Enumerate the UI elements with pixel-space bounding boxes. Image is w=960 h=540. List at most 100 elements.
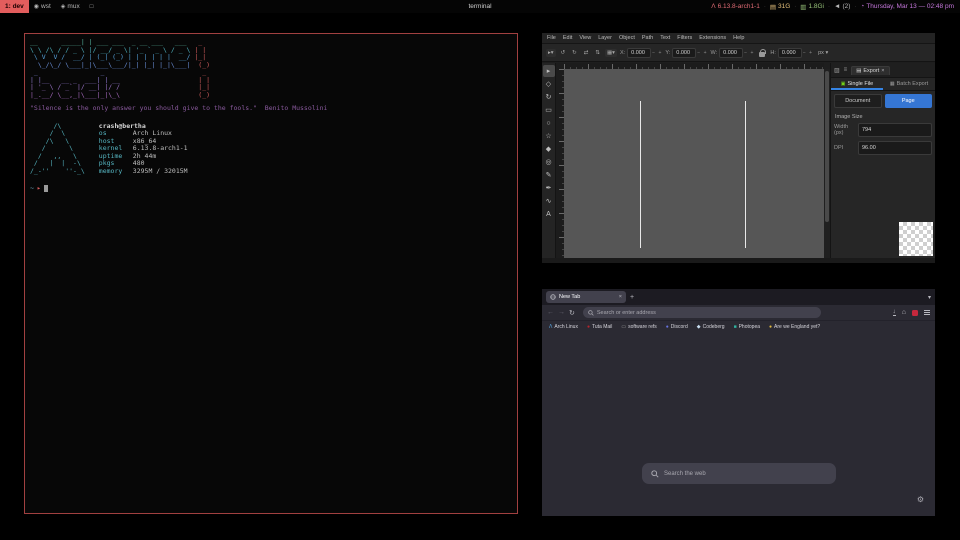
pencil-tool[interactable]: ✎ [543,169,555,181]
web-search-box[interactable]: Search the web [642,463,836,484]
bookmark-are-we-england-yet-[interactable]: ●Are we England yet? [769,324,820,330]
bookmark-tuta-mail[interactable]: ●Tuta Mail [587,324,612,330]
field-stepper[interactable]: − + [697,50,707,56]
bookmark-discord[interactable]: ●Discord [666,324,688,330]
transform-action-icon-2[interactable]: ⇄ [582,49,591,57]
shape-builder-tool[interactable]: ↻ [543,91,555,103]
export-field-input[interactable]: 96.00 [858,141,932,155]
field-value[interactable]: 0.000 [719,48,743,58]
bookmark-photopea[interactable]: ■Photopea [734,324,760,330]
arch-logo-ascii: /\ / \ /\ \ / \ / ,, \ / | | -\ /_-'' ''… [30,123,85,176]
node-tool[interactable]: ◇ [543,78,555,90]
downloads-button[interactable]: ↓ [893,309,896,316]
adblock-extension-icon[interactable] [912,310,918,316]
ellipse-tool[interactable]: ○ [543,117,555,129]
scope-button-page[interactable]: Page [885,94,933,108]
rectangle-tool[interactable]: ▭ [543,104,555,116]
reload-button[interactable]: ↻ [569,309,575,317]
calligraphy-tool[interactable]: ∿ [543,195,555,207]
tab-close-icon[interactable]: × [619,294,622,300]
shell-prompt[interactable]: ~ ▸ [30,185,517,193]
new-tab-button[interactable]: + [630,294,634,301]
menu-path[interactable]: Path [642,35,653,41]
field-value[interactable]: 0.000 [778,48,802,58]
scope-button-document[interactable]: Document [834,94,882,108]
field-stepper[interactable]: − + [652,50,662,56]
lock-ratio-icon[interactable] [759,52,765,57]
volume-module-icon: ◄ [834,3,840,10]
bookmark-favicon: ● [666,324,669,330]
workspace-button-1[interactable]: 1: dev [0,0,29,13]
workspace-button-3[interactable]: ◈mux [56,0,85,13]
scrollbar-thumb[interactable] [825,71,829,222]
fill-stroke-panel-icon[interactable]: ▨ [834,67,840,74]
close-icon[interactable]: × [881,68,884,74]
module-separator: · [764,4,766,10]
inkscape-statusbar [542,258,935,263]
menu-layer[interactable]: Layer [598,35,612,41]
browser-window: New Tab × + ▾ ← → ↻ Search or enter addr… [542,289,935,516]
tab-bar: New Tab × + ▾ [542,289,935,305]
inkscape-canvas[interactable] [564,69,824,258]
menu-filters[interactable]: Filters [677,35,692,41]
tab-new-tab[interactable]: New Tab × [546,291,626,303]
export-panel-tab[interactable]: ▤ Export × [851,66,889,75]
transform-action-icon-0[interactable]: ↺ [559,49,568,57]
terminal-window[interactable]: __ _____| | ___ ___ _ __ ___ ___ _ \ \ /… [24,33,518,514]
export-field-row: DPI96.00 [831,139,935,157]
menu-button[interactable] [924,310,930,315]
clock-module-icon: ◔ [860,3,864,10]
bookmark-software-refs[interactable]: ▭software refs [621,324,656,330]
box3d-tool[interactable]: ◆ [543,143,555,155]
field-value[interactable]: 0.000 [672,48,696,58]
search-icon [651,470,659,478]
snap-options-dropdown[interactable]: ▦▾ [605,49,617,57]
field-stepper[interactable]: − + [803,50,813,56]
field-stepper[interactable]: − + [744,50,754,56]
page-edge-right[interactable] [745,101,746,248]
url-placeholder: Search or enter address [597,310,656,316]
layers-panel-icon[interactable]: ≡ [844,67,848,73]
star-tool[interactable]: ☆ [543,130,555,142]
pen-tool[interactable]: ✒ [543,182,555,194]
page-edge-left[interactable] [640,101,641,248]
tab-list-chevron-icon[interactable]: ▾ [928,294,931,301]
spiral-tool[interactable]: ◎ [543,156,555,168]
gear-icon[interactable]: ⚙ [917,495,924,504]
menu-text[interactable]: Text [660,35,670,41]
coord-field-x: X:0.000− + [620,48,662,58]
text-tool[interactable]: A [543,208,555,220]
bookmark-arch-linux[interactable]: ΛArch Linux [549,324,578,330]
selector-options-dropdown[interactable]: ▸▾ [546,49,556,57]
export-panel: ▨ ≡ ▤ Export × ▣Single File▦Batch Export… [830,63,935,258]
units-dropdown[interactable]: px ▾ [816,49,830,57]
bookmark-favicon: ◆ [697,324,701,330]
bookmark-codeberg[interactable]: ◆Codeberg [697,324,725,330]
kernel-module-text: 6.13.8-arch1-1 [718,3,760,10]
transform-action-icon-3[interactable]: ⇅ [593,49,602,57]
export-field-input[interactable]: 794 [858,123,932,137]
subtab-batch-export[interactable]: ▦Batch Export [883,78,935,90]
terminal-cursor [44,185,48,192]
menu-view[interactable]: View [579,35,591,41]
home-button[interactable]: ⌂ [902,309,906,316]
volume-module: ◄(2) [834,3,850,10]
menu-file[interactable]: File [547,35,556,41]
menu-edit[interactable]: Edit [563,35,572,41]
transform-action-icon-1[interactable]: ↻ [570,49,579,57]
bookmarks-bar: ΛArch Linux ●Tuta Mail ▭software refs ●Disc… [542,320,935,332]
forward-button[interactable]: → [558,309,565,316]
inkscape-window: File Edit View Layer Object Path Text Filters Ex… [542,33,935,263]
workspace-button-4[interactable]: □ [85,0,99,13]
selector-tool[interactable]: ▸ [543,65,555,77]
menu-object[interactable]: Object [619,35,635,41]
menu-extensions[interactable]: Extensions [699,35,726,41]
subtab-single-file[interactable]: ▣Single File [831,78,883,90]
bookmark-label: Discord [671,324,688,330]
status-bar: 1: dev◉wst◈mux□ terminal Λ6.13.8-arch1-1… [0,0,960,13]
field-value[interactable]: 0.000 [627,48,651,58]
back-button[interactable]: ← [547,309,554,316]
menu-help[interactable]: Help [733,35,744,41]
url-bar[interactable]: Search or enter address [583,307,821,318]
workspace-button-2[interactable]: ◉wst [29,0,56,13]
